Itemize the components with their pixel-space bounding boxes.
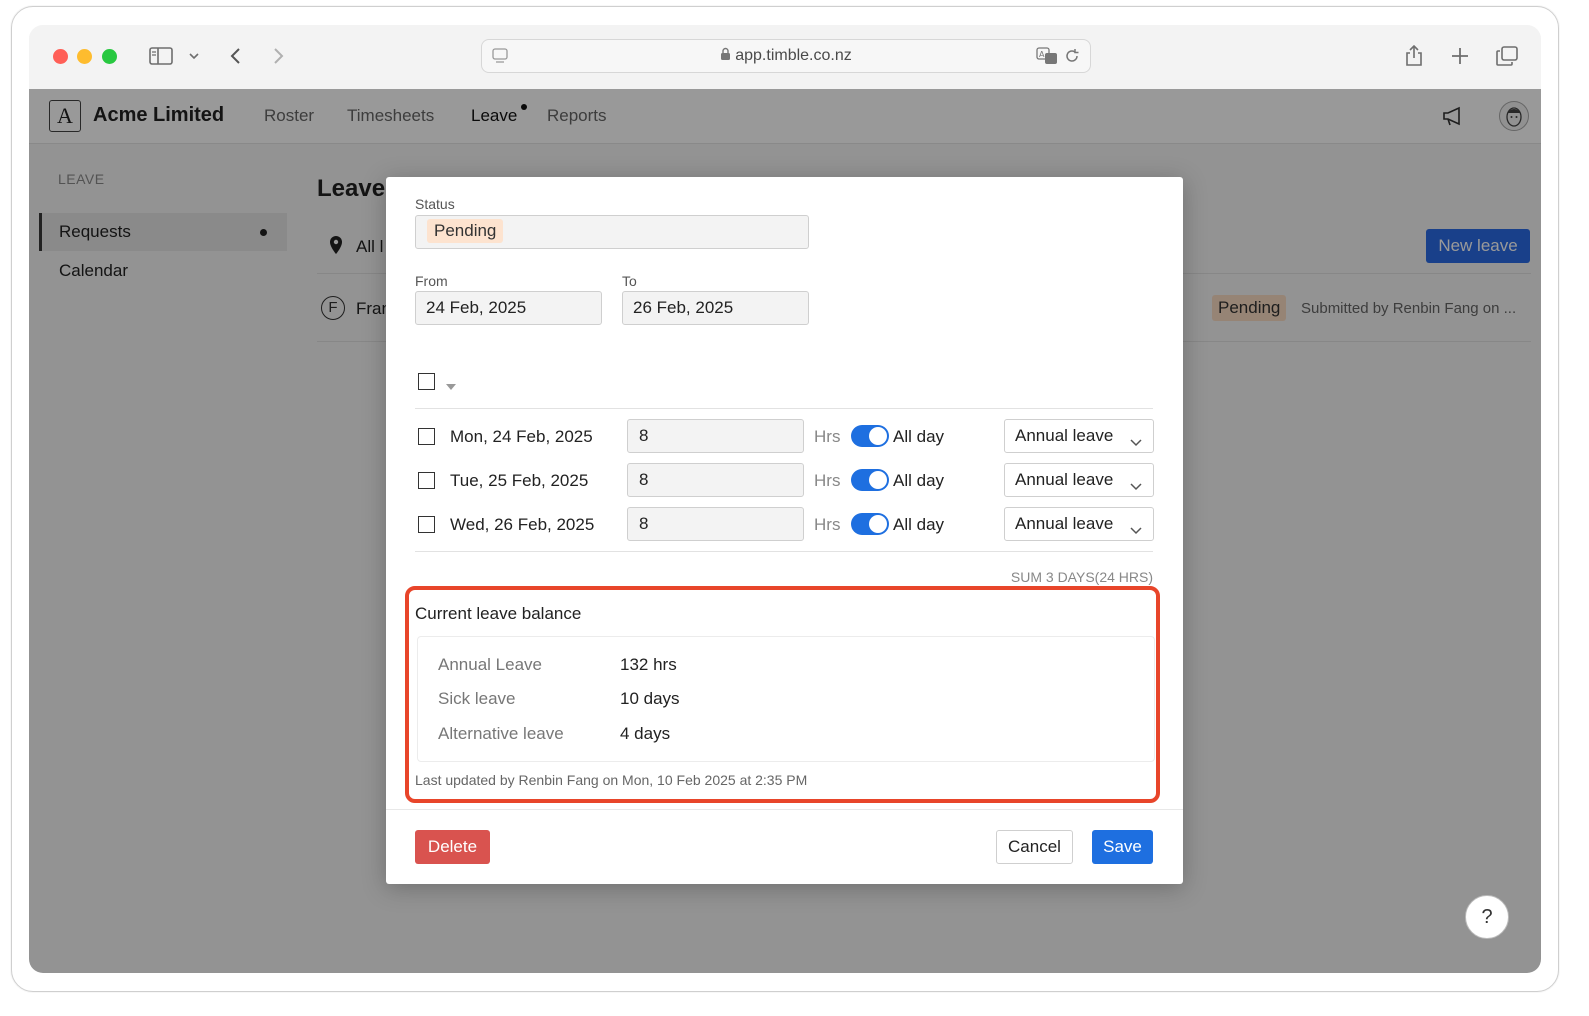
leave-request-modal: Status Pending From 24 Feb, 2025 To 26 F… bbox=[386, 177, 1183, 884]
toggle-knob bbox=[869, 471, 887, 489]
select-all-checkbox[interactable] bbox=[418, 373, 435, 390]
share-icon[interactable] bbox=[1403, 41, 1425, 71]
day-date: Tue, 25 Feb, 2025 bbox=[450, 471, 589, 490]
delete-button[interactable]: Delete bbox=[415, 830, 490, 864]
browser-window: app.timble.co.nz A A Acme Limited Roster… bbox=[11, 6, 1559, 992]
back-icon[interactable] bbox=[225, 41, 245, 71]
all-day-toggle[interactable] bbox=[851, 513, 889, 535]
divider bbox=[415, 551, 1153, 552]
chevron-down-icon[interactable] bbox=[185, 41, 203, 71]
toggle-knob bbox=[869, 427, 887, 445]
day-checkbox[interactable] bbox=[418, 472, 435, 489]
browser-toolbar: app.timble.co.nz A bbox=[29, 25, 1541, 90]
cancel-button[interactable]: Cancel bbox=[996, 830, 1073, 864]
help-button[interactable]: ? bbox=[1465, 895, 1509, 939]
save-button[interactable]: Save bbox=[1092, 830, 1153, 864]
translate-icon[interactable]: A bbox=[1036, 47, 1058, 70]
caret-down-icon[interactable] bbox=[446, 377, 456, 395]
sidebar-toggle-icon[interactable] bbox=[147, 41, 175, 71]
close-window-button[interactable] bbox=[53, 49, 68, 64]
status-field[interactable]: Pending bbox=[415, 215, 809, 249]
address-bar[interactable]: app.timble.co.nz A bbox=[481, 39, 1091, 73]
leave-type-select[interactable]: Annual leave bbox=[1004, 463, 1154, 497]
from-label: From bbox=[415, 273, 448, 289]
svg-text:A: A bbox=[1039, 50, 1045, 59]
hrs-label: Hrs bbox=[814, 515, 841, 534]
all-day-label: All day bbox=[893, 427, 945, 446]
day-checkbox[interactable] bbox=[418, 428, 435, 445]
toggle-knob bbox=[869, 515, 887, 533]
hrs-label: Hrs bbox=[814, 427, 841, 446]
to-date-input[interactable]: 26 Feb, 2025 bbox=[622, 291, 809, 325]
hrs-label: Hrs bbox=[814, 471, 841, 490]
leave-type-value: Annual leave bbox=[1015, 426, 1114, 445]
url-text: app.timble.co.nz bbox=[735, 47, 852, 64]
all-day-toggle[interactable] bbox=[851, 469, 889, 491]
chevron-down-icon bbox=[1129, 472, 1143, 504]
tab-overview-icon[interactable] bbox=[1495, 41, 1519, 71]
new-tab-icon[interactable] bbox=[1449, 41, 1471, 71]
url-display: app.timble.co.nz bbox=[482, 47, 1090, 66]
day-date: Mon, 24 Feb, 2025 bbox=[450, 427, 593, 446]
day-date: Wed, 26 Feb, 2025 bbox=[450, 515, 595, 534]
maximize-window-button[interactable] bbox=[102, 49, 117, 64]
divider bbox=[415, 408, 1153, 409]
hours-input[interactable]: 8 bbox=[627, 419, 804, 453]
all-day-label: All day bbox=[893, 471, 945, 490]
from-date-input[interactable]: 24 Feb, 2025 bbox=[415, 291, 602, 325]
sum-total: SUM 3 DAYS(24 HRS) bbox=[1010, 569, 1153, 585]
leave-type-select[interactable]: Annual leave bbox=[1004, 419, 1154, 453]
chevron-down-icon bbox=[1129, 428, 1143, 460]
status-label: Status bbox=[415, 196, 455, 212]
forward-icon[interactable] bbox=[269, 41, 289, 71]
leave-type-value: Annual leave bbox=[1015, 470, 1114, 489]
lock-icon bbox=[720, 47, 731, 66]
hours-input[interactable]: 8 bbox=[627, 507, 804, 541]
all-day-label: All day bbox=[893, 515, 945, 534]
to-label: To bbox=[622, 273, 637, 289]
browser-content: app.timble.co.nz A A Acme Limited Roster… bbox=[29, 25, 1541, 973]
divider bbox=[386, 809, 1183, 810]
minimize-window-button[interactable] bbox=[77, 49, 92, 64]
reload-icon[interactable] bbox=[1064, 48, 1080, 69]
leave-type-value: Annual leave bbox=[1015, 514, 1114, 533]
day-checkbox[interactable] bbox=[418, 516, 435, 533]
chevron-down-icon bbox=[1129, 516, 1143, 548]
highlight-annotation bbox=[405, 586, 1160, 803]
status-value: Pending bbox=[427, 219, 504, 243]
hours-input[interactable]: 8 bbox=[627, 463, 804, 497]
all-day-toggle[interactable] bbox=[851, 425, 889, 447]
leave-type-select[interactable]: Annual leave bbox=[1004, 507, 1154, 541]
